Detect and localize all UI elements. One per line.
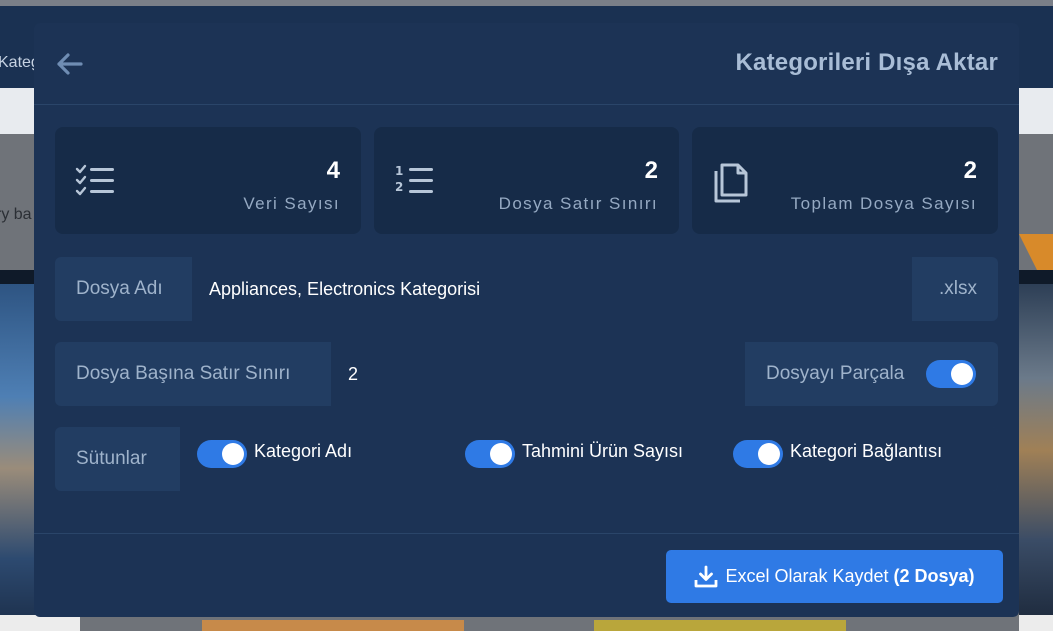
column-toggle[interactable] [733, 440, 783, 468]
split-file-toggle[interactable] [926, 360, 976, 388]
toggle-knob [758, 443, 780, 465]
background-poster-right [1019, 270, 1053, 631]
back-button[interactable] [52, 47, 86, 81]
save-button-file-count: (2 Dosya) [893, 566, 975, 586]
column-option-label: Tahmini Ürün Sayısı [522, 441, 684, 461]
background-ribbon [1019, 234, 1053, 270]
stat-label: Toplam Dosya Sayısı [790, 194, 977, 213]
stat-value: 2 [644, 157, 658, 184]
background-body-text: ry ba [0, 206, 32, 223]
background-card-orange [202, 620, 464, 631]
stat-card-file-count: 2 Toplam Dosya Sayısı [692, 127, 998, 234]
numbered-list-icon: 1 2 [395, 164, 433, 194]
modal-header: Kategorileri Dışa Aktar [34, 23, 1019, 105]
modal-title: Kategorileri Dışa Aktar [735, 49, 998, 76]
file-name-input[interactable]: Appliances, Electronics Kategorisi [192, 257, 912, 321]
column-toggle[interactable] [197, 440, 247, 468]
row-limit-input[interactable]: 2 [331, 342, 745, 406]
toggle-knob [951, 363, 973, 385]
stat-label: Dosya Satır Sınırı [498, 194, 658, 213]
stat-value: 4 [326, 157, 340, 184]
file-name-label: Dosya Adı [76, 278, 163, 299]
split-file-label: Dosyayı Parçala [766, 363, 905, 384]
stat-card-row-limit: 1 2 2 Dosya Satır Sınırı [374, 127, 679, 234]
column-toggle[interactable] [465, 440, 515, 468]
row-limit-row: Dosya Başına Satır Sınırı 2 Dosyayı Parç… [55, 342, 998, 406]
toggle-knob [222, 443, 244, 465]
copy-files-icon [714, 163, 748, 203]
stat-card-record-count: 4 Veri Sayısı [55, 127, 361, 234]
file-extension: .xlsx [939, 278, 977, 299]
columns-row: Sütunlar Kategori Adı Tahmini Ürün Sayıs… [55, 427, 998, 491]
arrow-left-icon [57, 53, 83, 75]
background-card-yellow [594, 620, 846, 631]
stat-value: 2 [963, 157, 977, 184]
save-excel-button[interactable]: Excel Olarak Kaydet (2 Dosya) [666, 550, 1003, 603]
column-option-label: Kategori Bağlantısı [790, 441, 943, 461]
export-modal: Kategorileri Dışa Aktar 4 Veri Sayısı 1 … [34, 23, 1019, 617]
svg-text:2: 2 [395, 180, 403, 194]
svg-text:1: 1 [395, 164, 403, 178]
file-name-row: Dosya Adı Appliances, Electronics Katego… [55, 257, 998, 321]
footer-divider [34, 533, 1019, 534]
row-limit-label: Dosya Başına Satır Sınırı [76, 363, 291, 384]
column-option-label: Kategori Adı [254, 441, 353, 461]
checklist-icon [75, 164, 114, 196]
download-icon [695, 565, 718, 587]
columns-label: Sütunlar [76, 448, 147, 469]
save-button-label: Excel Olarak Kaydet [725, 566, 889, 586]
stat-label: Veri Sayısı [243, 194, 340, 213]
toggle-knob [490, 443, 512, 465]
